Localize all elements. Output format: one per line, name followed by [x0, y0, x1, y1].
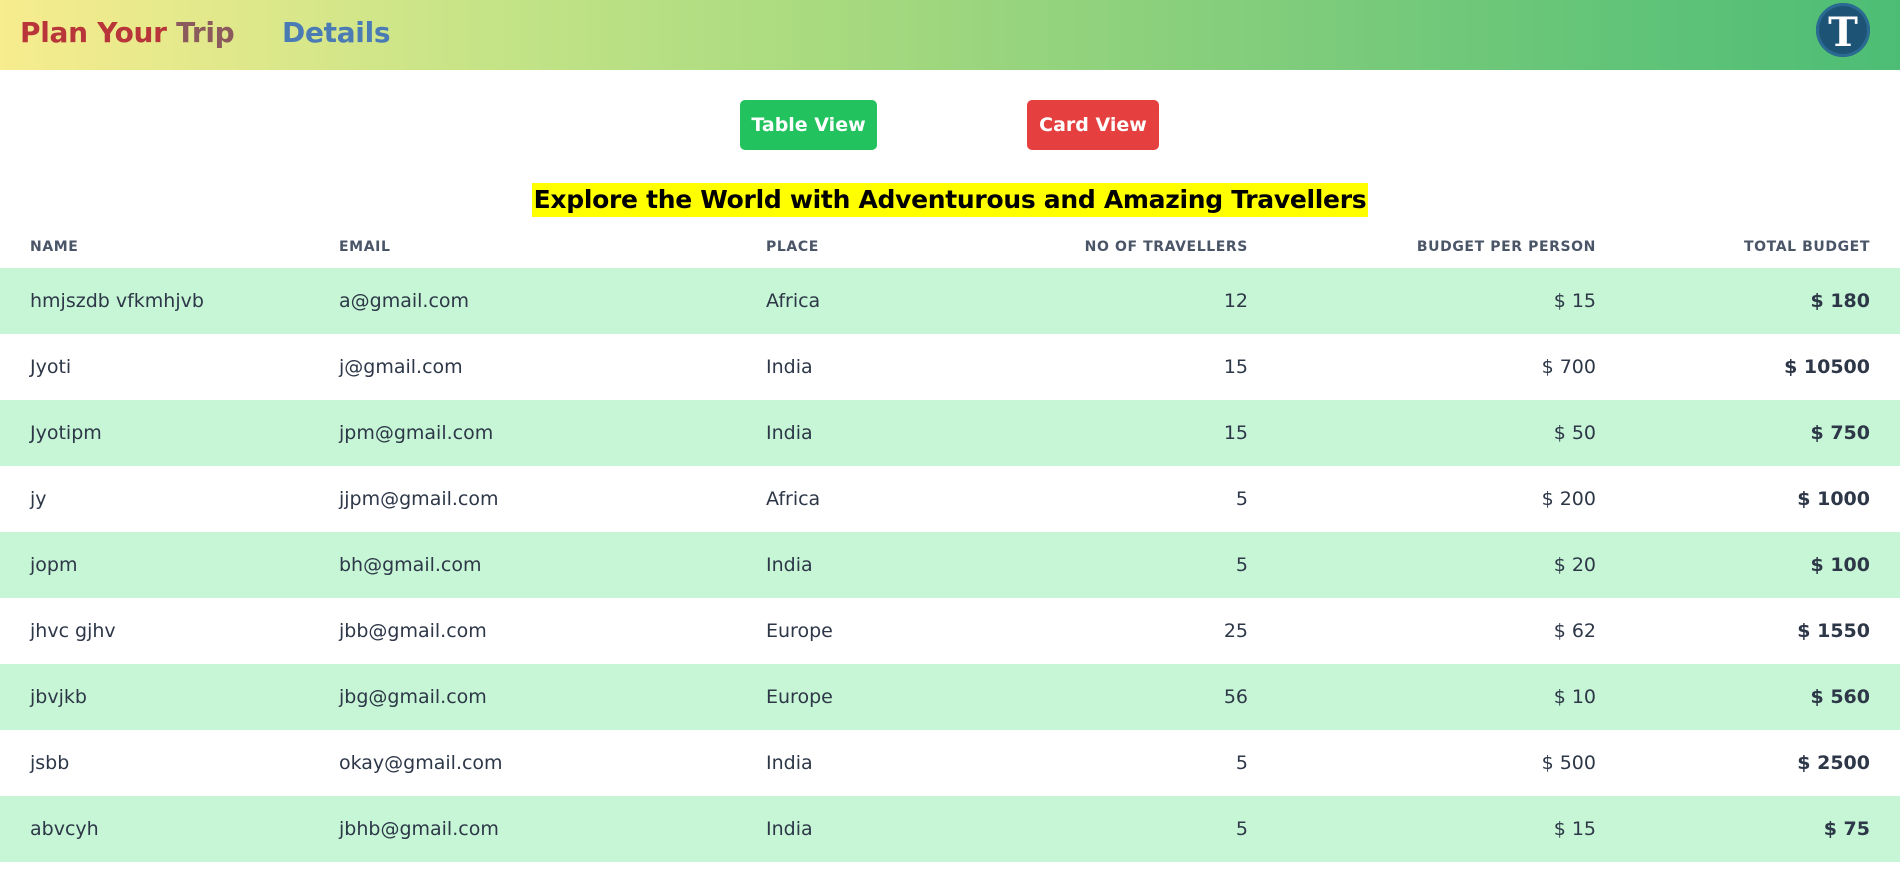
cell-place: India: [766, 818, 813, 840]
page-headline: Explore the World with Adventurous and A…: [531, 183, 1369, 217]
column-header-name: Name: [30, 239, 79, 255]
cell-total-budget: $ 75: [1823, 818, 1870, 840]
travellers-table: Name Email Place No of Travellers Budget…: [0, 226, 1900, 862]
column-header-travellers: No of Travellers: [1084, 239, 1248, 255]
column-header-total-budget: Total Budget: [1743, 239, 1870, 255]
cell-place: India: [766, 554, 813, 576]
cell-place: Europe: [766, 620, 833, 642]
cell-total-budget: $ 1000: [1797, 488, 1870, 510]
cell-travellers: 15: [1223, 356, 1248, 378]
cell-total-budget: $ 180: [1810, 290, 1871, 312]
table-row: jy jjpm@gmail.com Africa 5 $ 200 $ 1000: [0, 466, 1900, 532]
table-row: jopm bh@gmail.com India 5 $ 20 $ 100: [0, 532, 1900, 598]
cell-travellers: 5: [1235, 818, 1248, 840]
cell-budget-per-person: $ 15: [1553, 818, 1596, 840]
cell-budget-per-person: $ 15: [1553, 290, 1596, 312]
cell-budget-per-person: $ 500: [1541, 752, 1596, 774]
cell-place: Africa: [766, 488, 821, 510]
cell-travellers: 15: [1223, 422, 1248, 444]
cell-travellers: 5: [1235, 488, 1248, 510]
table-header-row: Name Email Place No of Travellers Budget…: [0, 226, 1900, 268]
cell-total-budget: $ 750: [1810, 422, 1871, 444]
brand-link[interactable]: Plan Your Trip: [20, 15, 235, 51]
headline-container: Explore the World with Adventurous and A…: [0, 183, 1900, 217]
cell-total-budget: $ 1550: [1797, 620, 1870, 642]
cell-email: okay@gmail.com: [339, 752, 503, 774]
cell-place: India: [766, 422, 813, 444]
cell-travellers: 5: [1235, 554, 1248, 576]
cell-name: jhvc gjhv: [30, 620, 116, 642]
cell-total-budget: $ 560: [1810, 686, 1871, 708]
cell-total-budget: $ 100: [1810, 554, 1871, 576]
cell-name: Jyoti: [30, 356, 72, 378]
card-view-button[interactable]: Card View: [1027, 100, 1159, 150]
brand-text-part1: Plan Your: [20, 16, 177, 49]
cell-budget-per-person: $ 20: [1553, 554, 1596, 576]
table-row: Jyotipm jpm@gmail.com India 15 $ 50 $ 750: [0, 400, 1900, 466]
column-header-email: Email: [339, 239, 391, 255]
cell-email: jjpm@gmail.com: [339, 488, 499, 510]
cell-name: abvcyh: [30, 818, 99, 840]
cell-budget-per-person: $ 700: [1541, 356, 1596, 378]
cell-name: hmjszdb vfkmhjvb: [30, 290, 204, 312]
cell-email: jbhb@gmail.com: [339, 818, 499, 840]
cell-email: jbb@gmail.com: [339, 620, 487, 642]
view-toggle-row: Table View Card View: [0, 100, 1900, 150]
column-header-budget-per-person: Budget Per Person: [1416, 239, 1596, 255]
table-body: hmjszdb vfkmhjvb a@gmail.com Africa 12 $ 15 $…: [0, 268, 1900, 862]
table-row: hmjszdb vfkmhjvb a@gmail.com Africa 12 $ 15 $…: [0, 268, 1900, 334]
t-logo-glyph: T: [1828, 9, 1858, 56]
table-row: jhvc gjhv jbb@gmail.com Europe 25 $ 62 $ 1550: [0, 598, 1900, 664]
cell-travellers: 5: [1235, 752, 1248, 774]
top-navbar: Plan Your Trip Details T: [0, 0, 1900, 70]
cell-place: Africa: [766, 290, 821, 312]
cell-email: j@gmail.com: [339, 356, 463, 378]
logo-letter: T: [1828, 9, 1858, 56]
cell-name: jsbb: [30, 752, 70, 774]
details-link[interactable]: Details: [282, 15, 391, 51]
table-view-button[interactable]: Table View: [740, 100, 877, 150]
cell-budget-per-person: $ 200: [1541, 488, 1596, 510]
table-row: Jyoti j@gmail.com India 15 $ 700 $ 10500: [0, 334, 1900, 400]
table-row: abvcyh jbhb@gmail.com India 5 $ 15 $ 75: [0, 796, 1900, 862]
cell-budget-per-person: $ 62: [1553, 620, 1596, 642]
cell-travellers: 25: [1223, 620, 1248, 642]
cell-name: Jyotipm: [30, 422, 102, 444]
cell-place: India: [766, 752, 813, 774]
brand-text-part2: Trip: [176, 16, 235, 49]
cell-travellers: 12: [1223, 290, 1248, 312]
cell-name: jbvjkb: [30, 686, 87, 708]
cell-total-budget: $ 10500: [1784, 356, 1870, 378]
cell-email: jbg@gmail.com: [339, 686, 487, 708]
cell-name: jy: [30, 488, 47, 510]
table-row: jsbb okay@gmail.com India 5 $ 500 $ 2500: [0, 730, 1900, 796]
t-logo-icon[interactable]: T: [1816, 3, 1870, 57]
column-header-place: Place: [766, 239, 819, 255]
cell-place: India: [766, 356, 813, 378]
cell-budget-per-person: $ 50: [1553, 422, 1596, 444]
cell-travellers: 56: [1223, 686, 1248, 708]
cell-place: Europe: [766, 686, 833, 708]
cell-email: a@gmail.com: [339, 290, 470, 312]
table-row: jbvjkb jbg@gmail.com Europe 56 $ 10 $ 560: [0, 664, 1900, 730]
cell-budget-per-person: $ 10: [1553, 686, 1596, 708]
cell-total-budget: $ 2500: [1797, 752, 1870, 774]
cell-email: jpm@gmail.com: [339, 422, 494, 444]
cell-name: jopm: [30, 554, 78, 576]
cell-email: bh@gmail.com: [339, 554, 482, 576]
